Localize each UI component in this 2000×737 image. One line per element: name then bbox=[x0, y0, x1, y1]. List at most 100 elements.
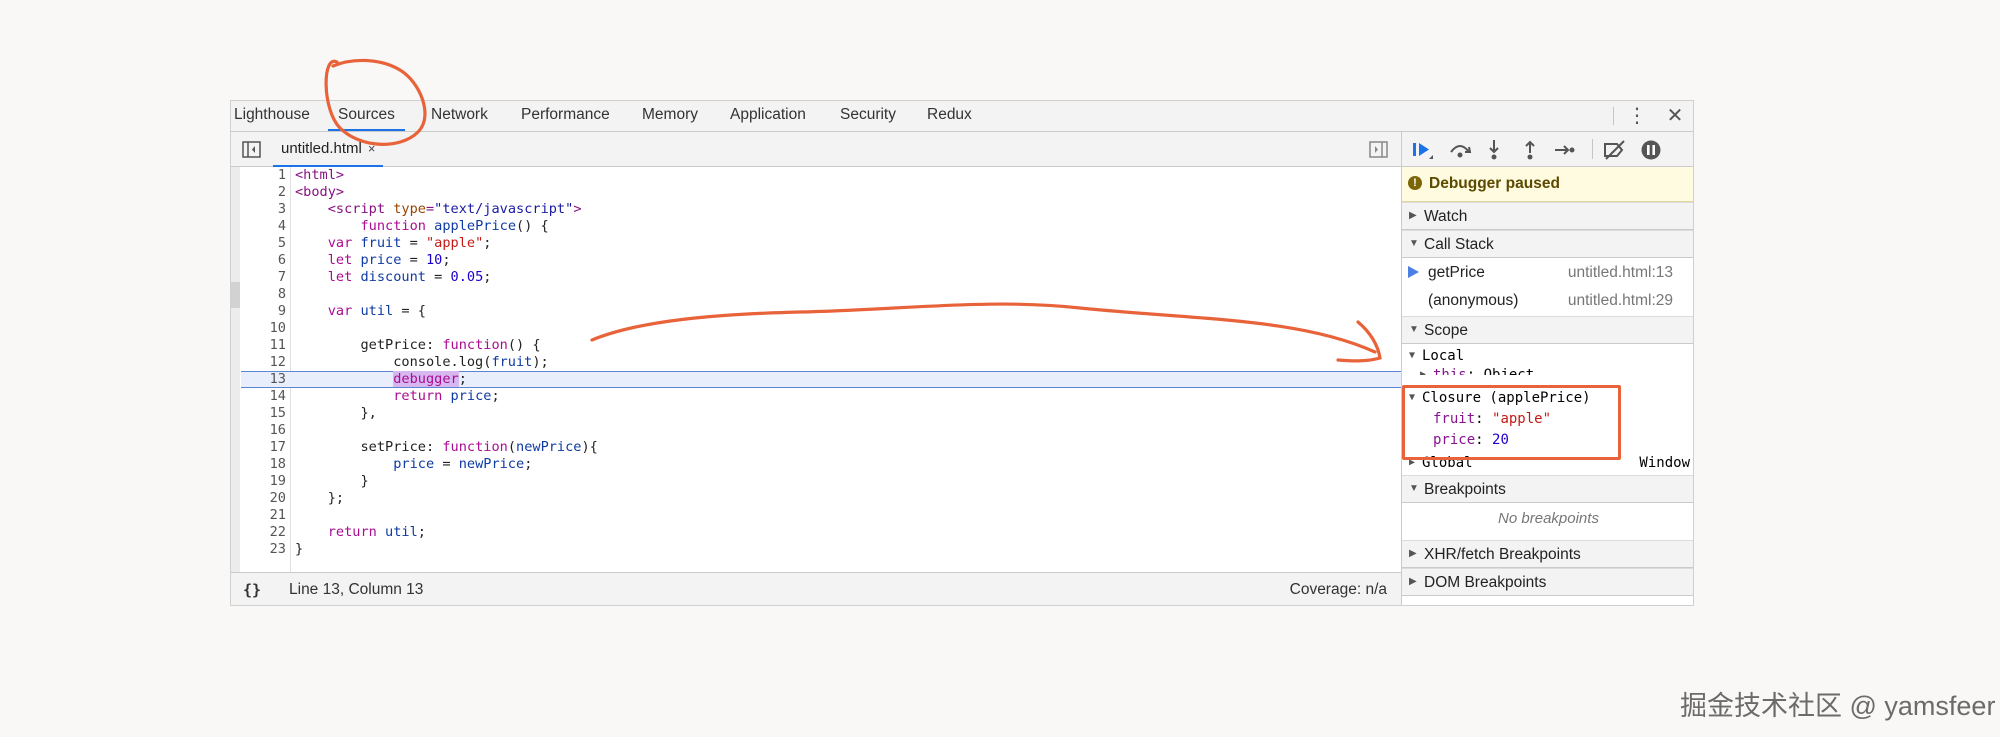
pretty-print-icon[interactable]: {} bbox=[243, 581, 261, 599]
code-line[interactable]: 3 <script type="text/javascript"> bbox=[241, 201, 1401, 218]
code-line[interactable]: 6 let price = 10; bbox=[241, 252, 1401, 269]
code-line[interactable]: 20 }; bbox=[241, 490, 1401, 507]
step-into-icon[interactable] bbox=[1485, 139, 1503, 161]
code-line[interactable]: 22 return util; bbox=[241, 524, 1401, 541]
line-number[interactable]: 16 bbox=[241, 422, 286, 439]
code-area[interactable]: 1 <html> 2 <body> 3 <script type="text/jav… bbox=[241, 167, 1401, 572]
cursor-position: Line 13, Column 13 bbox=[289, 581, 424, 598]
code-line[interactable]: 10 bbox=[241, 320, 1401, 337]
line-number[interactable]: 11 bbox=[241, 337, 286, 354]
code-line[interactable]: 16 bbox=[241, 422, 1401, 439]
line-number[interactable]: 18 bbox=[241, 456, 286, 473]
code-line-current[interactable]: 13 debugger; bbox=[241, 371, 1401, 388]
line-number[interactable]: 10 bbox=[241, 320, 286, 337]
toggle-navigator-icon[interactable] bbox=[242, 141, 261, 158]
code-line[interactable]: 2 <body> bbox=[241, 184, 1401, 201]
section-dom-breakpoints[interactable]: ▶ DOM Breakpoints bbox=[1402, 568, 1693, 596]
section-breakpoints[interactable]: ▼ Breakpoints bbox=[1402, 475, 1693, 503]
line-number[interactable]: 5 bbox=[241, 235, 286, 252]
paused-label: Debugger paused bbox=[1429, 175, 1560, 192]
code-line[interactable]: 19 } bbox=[241, 473, 1401, 490]
section-call-stack[interactable]: ▼ Call Stack bbox=[1402, 230, 1693, 258]
call-frame[interactable]: (anonymous) untitled.html:29 bbox=[1402, 287, 1693, 315]
tab-performance[interactable]: Performance bbox=[521, 101, 610, 131]
code-line[interactable]: 17 setPrice: function(newPrice){ bbox=[241, 439, 1401, 456]
line-number[interactable]: 23 bbox=[241, 541, 286, 558]
step-icon[interactable] bbox=[1554, 141, 1576, 159]
code-line[interactable]: 5 var fruit = "apple"; bbox=[241, 235, 1401, 252]
tab-application[interactable]: Application bbox=[730, 101, 806, 131]
toolbar-separator bbox=[1592, 139, 1593, 159]
line-number[interactable]: 1 bbox=[241, 167, 286, 184]
scope-local[interactable]: ▼ Local bbox=[1402, 346, 1693, 366]
code-line[interactable]: 15 }, bbox=[241, 405, 1401, 422]
code-line[interactable]: 7 let discount = 0.05; bbox=[241, 269, 1401, 286]
tab-separator bbox=[1613, 107, 1614, 125]
debugger-sidebar: ! Debugger paused ▶ Watch ▼ Call Stack g… bbox=[1401, 132, 1693, 605]
line-number[interactable]: 12 bbox=[241, 354, 286, 371]
tab-sources[interactable]: Sources bbox=[328, 101, 405, 131]
deactivate-breakpoints-icon[interactable] bbox=[1602, 139, 1628, 161]
scope-this-row[interactable]: ▶ this: Object bbox=[1402, 365, 1693, 375]
line-number[interactable]: 8 bbox=[241, 286, 286, 303]
section-xhr-breakpoints[interactable]: ▶ XHR/fetch Breakpoints bbox=[1402, 540, 1693, 568]
editor-tab-strip: untitled.html × bbox=[231, 132, 1401, 167]
line-number[interactable]: 9 bbox=[241, 303, 286, 320]
kebab-icon[interactable]: ⋮ bbox=[1626, 105, 1648, 127]
resume-icon[interactable] bbox=[1412, 140, 1434, 160]
scope-global-value: Window bbox=[1639, 455, 1690, 471]
line-number[interactable]: 19 bbox=[241, 473, 286, 490]
pause-on-exceptions-icon[interactable] bbox=[1640, 139, 1662, 161]
source-editor: untitled.html × 1 <html> 2 <body> 3 <script… bbox=[231, 132, 1401, 605]
code-line[interactable]: 8 bbox=[241, 286, 1401, 303]
code-line[interactable]: 23} bbox=[241, 541, 1401, 558]
line-number[interactable]: 7 bbox=[241, 269, 286, 286]
tab-lighthouse[interactable]: Lighthouse bbox=[234, 101, 310, 131]
tab-memory[interactable]: Memory bbox=[642, 101, 698, 131]
section-label: Call Stack bbox=[1424, 236, 1494, 253]
code-line[interactable]: 12 console.log(fruit); bbox=[241, 354, 1401, 371]
code-line[interactable]: 4 function applePrice() { bbox=[241, 218, 1401, 235]
call-frame-location[interactable]: untitled.html:29 bbox=[1568, 292, 1673, 310]
code-line[interactable]: 14 return price; bbox=[241, 388, 1401, 405]
file-tab-label: untitled.html bbox=[281, 140, 362, 157]
call-frame[interactable]: getPrice untitled.html:13 bbox=[1402, 259, 1693, 287]
no-breakpoints-message: No breakpoints bbox=[1498, 510, 1599, 527]
line-number[interactable]: 4 bbox=[241, 218, 286, 235]
chevron-down-icon: ▼ bbox=[1409, 350, 1416, 361]
line-number[interactable]: 3 bbox=[241, 201, 286, 218]
debugger-statement: debugger bbox=[393, 371, 459, 387]
file-tab-close-icon[interactable]: × bbox=[368, 141, 376, 156]
section-label: DOM Breakpoints bbox=[1424, 574, 1547, 591]
line-number[interactable]: 2 bbox=[241, 184, 286, 201]
scroll-marker bbox=[231, 282, 240, 308]
section-label: XHR/fetch Breakpoints bbox=[1424, 546, 1581, 563]
close-icon[interactable]: ✕ bbox=[1664, 105, 1686, 127]
toggle-debugger-icon[interactable] bbox=[1369, 141, 1388, 158]
line-number[interactable]: 15 bbox=[241, 405, 286, 422]
code-line[interactable]: 11 getPrice: function() { bbox=[241, 337, 1401, 354]
line-number[interactable]: 22 bbox=[241, 524, 286, 541]
section-watch[interactable]: ▶ Watch bbox=[1402, 202, 1693, 230]
tab-security[interactable]: Security bbox=[840, 101, 896, 131]
step-out-icon[interactable] bbox=[1521, 139, 1539, 161]
chevron-down-icon: ▼ bbox=[1409, 324, 1419, 335]
tab-redux[interactable]: Redux bbox=[927, 101, 972, 131]
line-number[interactable]: 20 bbox=[241, 490, 286, 507]
code-line[interactable]: 9 var util = { bbox=[241, 303, 1401, 320]
call-frame-location[interactable]: untitled.html:13 bbox=[1568, 264, 1673, 282]
file-tab-untitled[interactable]: untitled.html × bbox=[273, 132, 384, 167]
section-scope[interactable]: ▼ Scope bbox=[1402, 316, 1693, 344]
line-number[interactable]: 13 bbox=[241, 372, 286, 387]
tab-network[interactable]: Network bbox=[431, 101, 488, 131]
code-line[interactable]: 1 <html> bbox=[241, 167, 1401, 184]
info-icon: ! bbox=[1408, 176, 1422, 190]
line-number[interactable]: 6 bbox=[241, 252, 286, 269]
line-number[interactable]: 14 bbox=[241, 388, 286, 405]
line-number[interactable]: 17 bbox=[241, 439, 286, 456]
code-line[interactable]: 18 price = newPrice; bbox=[241, 456, 1401, 473]
step-over-icon[interactable] bbox=[1448, 140, 1472, 160]
current-frame-arrow-icon bbox=[1408, 266, 1419, 278]
code-line[interactable]: 21 bbox=[241, 507, 1401, 524]
line-number[interactable]: 21 bbox=[241, 507, 286, 524]
